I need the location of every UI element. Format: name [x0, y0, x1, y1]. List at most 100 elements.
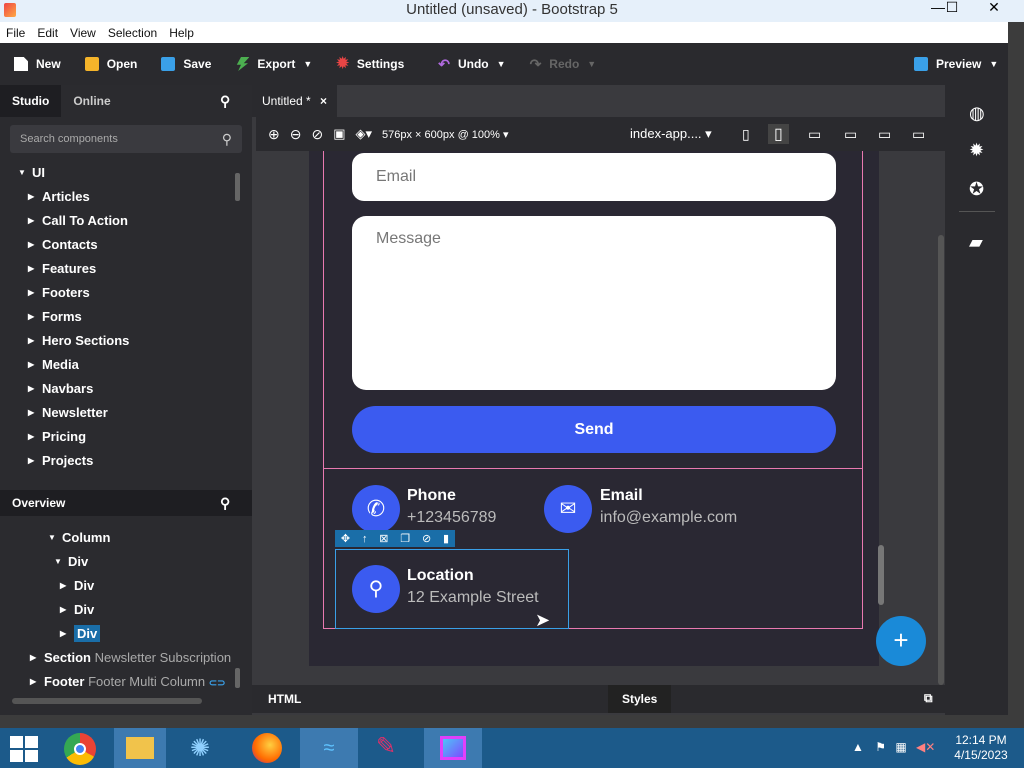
message-textarea[interactable]: Message	[352, 216, 836, 390]
overview-item-column[interactable]: ▼ Column	[0, 526, 252, 550]
select-parent-icon[interactable]: ↑	[362, 533, 368, 545]
rotate-icon[interactable]: ⊘	[311, 126, 323, 143]
email-title: Email	[600, 487, 643, 504]
device-tablet-icon[interactable]: ▯	[768, 124, 789, 144]
horizontal-scrollbar[interactable]	[12, 698, 202, 704]
sidebar-item-articles[interactable]: ▶ Articles	[0, 185, 252, 209]
maximize-button[interactable]: ☐	[940, 0, 964, 18]
save-button[interactable]: Save	[151, 49, 221, 79]
expand-panel-icon[interactable]: ⧉	[924, 691, 933, 706]
close-tab-icon[interactable]: ×	[320, 94, 327, 108]
send-button[interactable]: Send	[352, 406, 836, 453]
dolphin-app-icon[interactable]: ≈	[300, 728, 358, 768]
export-button[interactable]: Export ▼	[225, 49, 322, 79]
delete-icon[interactable]: ▮	[443, 532, 449, 545]
gear-icon: ✹	[336, 55, 349, 72]
zoom-in-icon[interactable]: ⊕	[268, 126, 280, 143]
sidebar-item-contacts[interactable]: ▶ Contacts	[0, 233, 252, 257]
chrome-icon[interactable]	[64, 733, 96, 765]
sidebar-item-navbars[interactable]: ▶ Navbars	[0, 377, 252, 401]
palette-icon[interactable]: ◍	[969, 103, 985, 124]
weather-icon[interactable]: ✺	[190, 734, 210, 763]
resize-icon[interactable]: ▣	[333, 126, 345, 142]
bootstrap-studio-icon[interactable]	[424, 728, 482, 768]
undo-button[interactable]: ↶ Undo ▼	[428, 49, 515, 79]
gear-icon[interactable]: ✹	[969, 140, 984, 161]
feather-app-icon[interactable]: ✎	[376, 732, 396, 761]
device-desktop-icon[interactable]: ▭	[878, 126, 891, 143]
sidebar-item-forms[interactable]: ▶ Forms	[0, 305, 252, 329]
location-contact-selected[interactable]: ⚲ Location 12 Example Street	[335, 549, 569, 629]
overview-header: Overview ⚲	[0, 490, 252, 516]
menu-selection[interactable]: Selection	[108, 26, 157, 40]
component-search-input[interactable]: Search components ⚲	[10, 125, 242, 153]
overview-item-div[interactable]: ▼ Div	[0, 550, 252, 574]
star-icon[interactable]: ✪	[969, 179, 984, 200]
zoom-out-icon[interactable]: ⊖	[290, 126, 302, 143]
search-icon[interactable]: ⚲	[220, 490, 230, 516]
overview-item-div-child[interactable]: ▶ Div	[0, 598, 252, 622]
menu-file[interactable]: File	[6, 26, 25, 40]
menu-help[interactable]: Help	[169, 26, 194, 40]
clock[interactable]: 12:14 PM 4/15/2023	[950, 733, 1012, 763]
new-button[interactable]: New	[4, 49, 71, 79]
start-button[interactable]	[10, 736, 38, 762]
layers-icon[interactable]: ◈▾	[356, 126, 373, 142]
html-panel-tab[interactable]: HTML	[268, 692, 301, 706]
canvas-scrollbar[interactable]	[938, 235, 944, 685]
preview-button[interactable]: Preview ▼	[904, 49, 1008, 79]
flag-icon[interactable]: ⚑	[875, 740, 886, 754]
search-icon[interactable]: ⚲	[220, 93, 230, 110]
sidebar-item-pricing[interactable]: ▶ Pricing	[0, 425, 252, 449]
export-icon	[236, 57, 250, 71]
sidebar-item-newsletter[interactable]: ▶ Newsletter	[0, 401, 252, 425]
overview-item-div-selected[interactable]: ▶ Div	[0, 622, 252, 646]
overview-item-section[interactable]: ▶ Section Newsletter Subscription	[0, 646, 252, 670]
chevron-down-icon: ▼	[496, 59, 506, 69]
styles-panel-tab[interactable]: Styles	[608, 685, 672, 713]
caret-down-icon: ▼	[18, 168, 26, 177]
device-wide-icon[interactable]: ▭	[912, 126, 925, 143]
hide-icon[interactable]: ⊘	[422, 532, 431, 545]
redo-button[interactable]: ↷ Redo ▼	[520, 49, 607, 79]
network-icon[interactable]: ▦	[895, 740, 906, 754]
firefox-icon[interactable]	[252, 733, 282, 763]
open-button[interactable]: Open	[75, 49, 148, 79]
canvas-size-dropdown[interactable]: 576px × 600px @ 100% ▾	[382, 128, 508, 141]
volume-muted-icon[interactable]: ◀✕	[916, 740, 935, 754]
device-laptop-icon[interactable]: ▭	[844, 126, 857, 143]
tray-expand-icon[interactable]: ▲	[852, 740, 864, 754]
settings-button[interactable]: ✹ Settings	[326, 49, 414, 79]
page-select[interactable]: index-app.... ▾	[630, 126, 712, 142]
overview-item-div-child[interactable]: ▶ Div	[0, 574, 252, 598]
sidebar-item-call-to-action[interactable]: ▶ Call To Action	[0, 209, 252, 233]
caret-right-icon: ▶	[28, 264, 35, 273]
sidebar-item-hero-sections[interactable]: ▶ Hero Sections	[0, 329, 252, 353]
email-field[interactable]: Email	[352, 153, 836, 201]
sidebar-item-features[interactable]: ▶ Features	[0, 257, 252, 281]
overview-item-footer[interactable]: ▶ Footer Footer Multi Column ⊂⊃	[0, 670, 252, 694]
resize-icon[interactable]: ⊠	[379, 532, 388, 545]
menu-view[interactable]: View	[70, 26, 96, 40]
folder-icon[interactable]: ▰	[969, 232, 983, 253]
frame-scrollbar[interactable]	[878, 545, 884, 605]
save-icon	[161, 57, 176, 71]
clone-icon[interactable]: ❐	[400, 532, 410, 545]
tab-untitled[interactable]: Untitled * ×	[252, 85, 338, 117]
view-toolbar: ⊕ ⊖ ⊘ ▣ ◈▾ 576px × 600px @ 100% ▾ index-…	[256, 117, 945, 151]
device-tablet-landscape-icon[interactable]: ▭	[808, 126, 821, 143]
add-fab[interactable]: +	[876, 616, 926, 666]
sidebar-item-media[interactable]: ▶ Media	[0, 353, 252, 377]
sidebar-item-footers[interactable]: ▶ Footers	[0, 281, 252, 305]
phone-icon: ✆	[352, 485, 400, 533]
caret-right-icon: ▶	[60, 581, 67, 590]
tree-root-ui[interactable]: ▼ UI	[0, 161, 252, 185]
file-explorer-icon[interactable]	[114, 728, 166, 768]
device-mobile-icon[interactable]: ▯	[742, 126, 750, 143]
move-icon[interactable]: ✥	[341, 532, 350, 545]
tab-online[interactable]: Online	[61, 85, 122, 117]
menu-edit[interactable]: Edit	[37, 26, 58, 40]
sidebar-item-projects[interactable]: ▶ Projects	[0, 449, 252, 473]
tab-studio[interactable]: Studio	[0, 85, 62, 117]
close-button[interactable]: ✕	[978, 0, 1010, 18]
